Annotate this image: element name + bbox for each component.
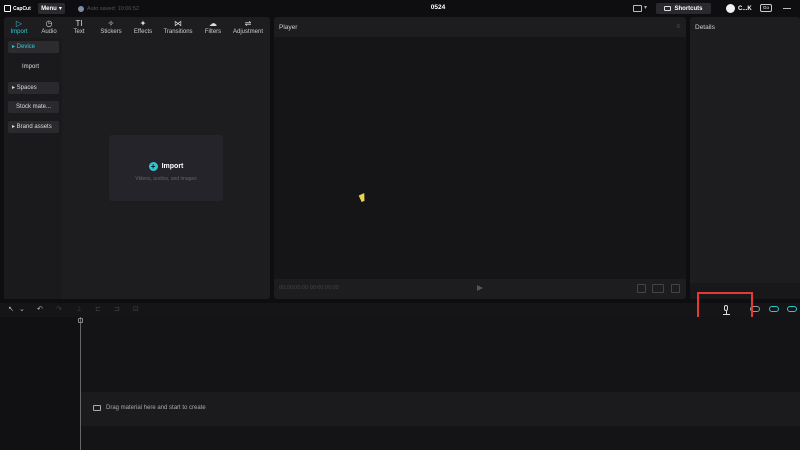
tab-audio[interactable]: ◷ Audio (34, 17, 64, 38)
tab-label: Text (73, 29, 85, 35)
sticker-icon: ✧ (107, 19, 115, 28)
user-account[interactable]: C...K (726, 3, 752, 14)
playhead-handle[interactable] (78, 318, 83, 323)
track-header-gutter (0, 317, 80, 450)
tab-stickers[interactable]: ✧ Stickers (94, 17, 128, 38)
avatar (726, 4, 735, 13)
player-panel: Player ≡ 00:00:00:00 00:00:00:00 (274, 17, 686, 299)
filters-icon: ☁ (209, 19, 217, 28)
import-label: Import (161, 163, 184, 170)
details-title: Details (695, 24, 715, 31)
split-icon[interactable]: ⊥ (76, 306, 82, 314)
sidebar-item-import[interactable]: Import (8, 61, 59, 73)
split-left-icon[interactable]: ⊏ (95, 306, 101, 314)
shortcuts-label: Shortcuts (674, 5, 703, 12)
tab-label: Audio (41, 29, 57, 35)
tab-label: Stickers (100, 29, 122, 35)
delete-icon[interactable]: ⊡ (133, 306, 139, 314)
capcut-logo-icon (4, 5, 11, 12)
auto-snap-icon[interactable] (787, 306, 797, 312)
tab-label: Effects (133, 29, 153, 35)
plus-icon: + (148, 162, 158, 171)
effects-icon: ✦ (139, 19, 147, 28)
sidebar-item-brand-assets[interactable]: ▸ Brand assets (8, 121, 59, 133)
import-icon: ▷ (15, 19, 23, 28)
player-title: Player (279, 24, 298, 31)
transitions-icon: ⋈ (174, 19, 182, 28)
fullscreen-crop-icon[interactable] (637, 284, 646, 293)
sidebar-item-device[interactable]: ▸ Device (8, 41, 59, 53)
app-name: CapCut (13, 5, 31, 12)
pro-badge[interactable]: Go (760, 4, 772, 12)
text-icon: TI (75, 19, 83, 28)
tab-label: Filters (204, 29, 222, 35)
tab-text[interactable]: TI Text (64, 17, 94, 38)
menu-button[interactable]: Menu ▾ (38, 3, 65, 14)
playhead[interactable] (80, 317, 81, 450)
tab-effects[interactable]: ✦ Effects (128, 17, 158, 38)
player-viewport[interactable] (274, 37, 686, 279)
cloud-icon (78, 5, 84, 12)
chevron-down-icon[interactable]: ⌄ (19, 306, 25, 314)
tab-filters[interactable]: ☁ Filters (198, 17, 228, 38)
tab-adjustment[interactable]: ⇌ Adjustment (228, 17, 268, 38)
shortcuts-button[interactable]: Shortcuts (656, 3, 711, 14)
autosave-text: Auto saved: 10:06:52 (87, 5, 139, 12)
media-sidebar: ▸ Device Import ▸ Spaces Stock mate... ▸… (4, 38, 62, 299)
timecode: 00:00:00:00 00:00:00:00 (279, 285, 339, 291)
split-right-icon[interactable]: ⊐ (114, 306, 120, 314)
app-logo: CapCut (4, 4, 36, 13)
import-dropzone[interactable]: + Import Videos, audios, and images (109, 135, 223, 201)
layout-chevron-down-icon[interactable]: ▾ (644, 4, 647, 11)
adjustment-icon: ⇌ (244, 19, 252, 28)
media-panel: ▷ Import ◷ Audio TI Text ✧ Stickers ✦ Ef… (4, 17, 270, 299)
play-icon[interactable] (477, 285, 483, 291)
details-panel: Details (690, 17, 800, 299)
tab-import[interactable]: ▷ Import (4, 17, 34, 38)
tab-transitions[interactable]: ⋈ Transitions (158, 17, 198, 38)
audio-icon: ◷ (45, 19, 53, 28)
redo-icon[interactable]: ↷ (56, 306, 62, 314)
player-controls: 00:00:00:00 00:00:00:00 (274, 279, 686, 299)
sidebar-item-stock-materials[interactable]: Stock mate... (8, 101, 59, 113)
user-name: C...K (738, 5, 752, 12)
project-title[interactable]: 0524 (420, 3, 456, 13)
tab-label: Transitions (163, 29, 193, 35)
tab-label: Import (10, 29, 28, 35)
film-icon (93, 405, 101, 411)
drag-hint-text: Drag material here and start to create (106, 405, 206, 411)
menu-icon[interactable]: ≡ (676, 24, 680, 30)
undo-icon[interactable]: ↶ (37, 306, 43, 314)
timeline-toolbar: ↖ ⌄ ↶ ↷ ⊥ ⊏ ⊐ ⊡ (0, 303, 800, 317)
autosave-status: Auto saved: 10:06:52 (78, 4, 139, 13)
keyboard-icon (664, 6, 672, 11)
top-bar: CapCut Menu ▾ Auto saved: 10:06:52 0524 … (0, 0, 800, 17)
expand-icon[interactable] (671, 284, 680, 293)
chevron-down-icon: ▾ (58, 6, 62, 12)
drag-hint: Drag material here and start to create (93, 405, 206, 411)
timeline-area[interactable] (0, 317, 800, 450)
layout-icon[interactable] (633, 5, 642, 12)
ratio-icon[interactable] (652, 284, 664, 293)
main-track-magnet-icon[interactable] (769, 306, 779, 312)
media-tabs: ▷ Import ◷ Audio TI Text ✧ Stickers ✦ Ef… (4, 17, 270, 38)
import-sublabel: Videos, audios, and images (135, 176, 197, 182)
import-button[interactable]: + Import (109, 162, 223, 171)
select-tool-icon[interactable]: ↖ (8, 306, 14, 314)
sidebar-item-spaces[interactable]: ▸ Spaces (8, 82, 59, 94)
tab-label: Adjustment (232, 29, 263, 35)
minimize-icon[interactable] (783, 8, 791, 9)
menu-label: Menu (41, 5, 57, 12)
